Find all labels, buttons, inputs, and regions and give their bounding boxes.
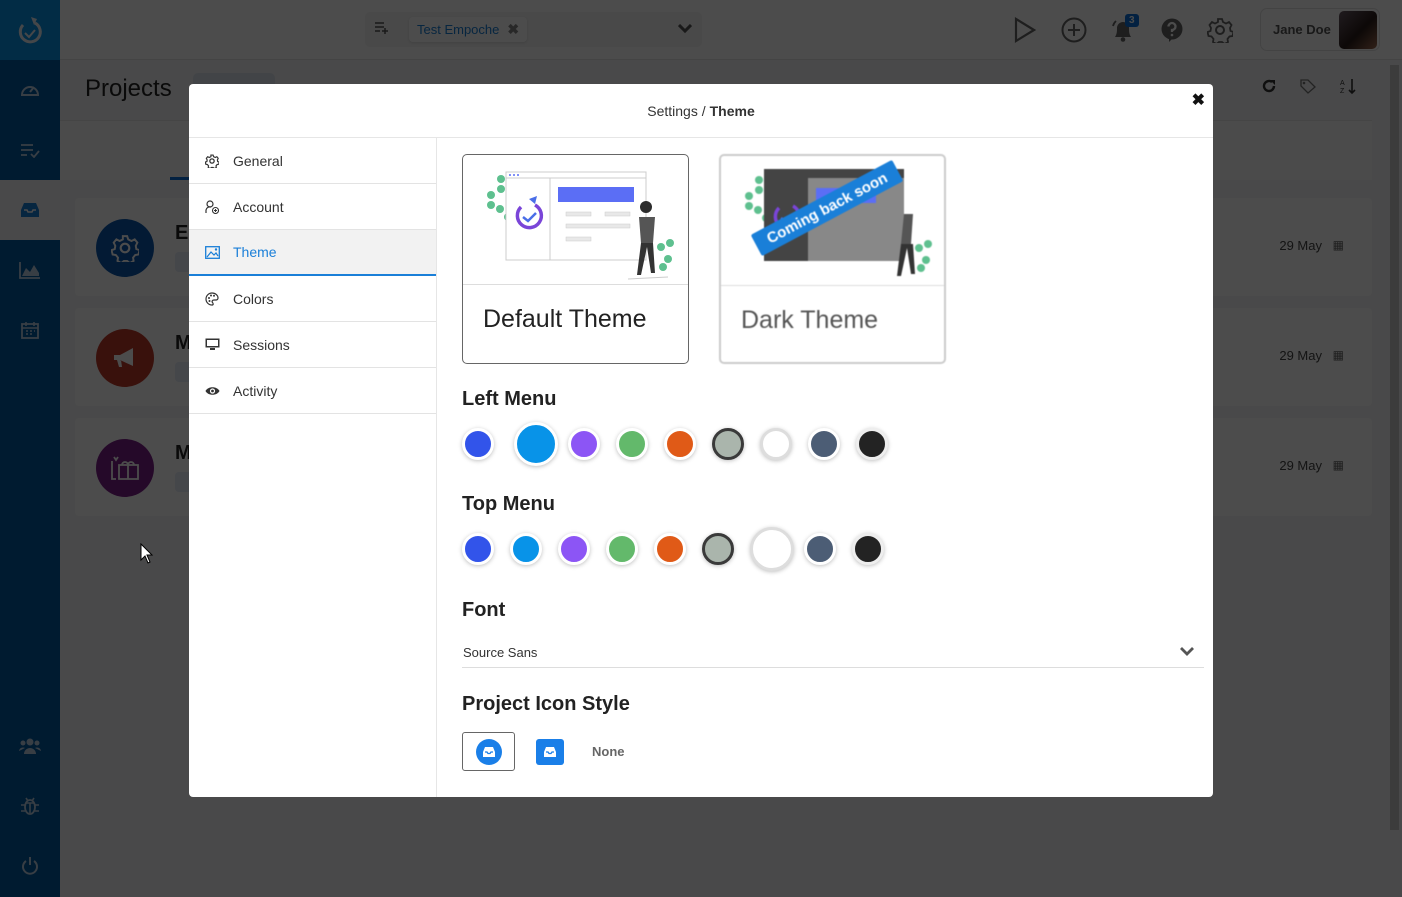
menu-item-general[interactable]: General xyxy=(189,138,436,184)
menu-item-label: Colors xyxy=(233,290,274,307)
left-menu-swatch[interactable] xyxy=(568,428,600,460)
gear-icon xyxy=(205,153,233,168)
chevron-down-icon xyxy=(1180,645,1194,660)
palette-icon xyxy=(205,291,233,306)
theme-card-dark: Coming back soon Dark Theme xyxy=(719,154,946,364)
icon-style-none[interactable]: None xyxy=(592,744,625,759)
menu-item-colors[interactable]: Colors xyxy=(189,276,436,322)
theme-name: Dark Theme xyxy=(741,306,879,334)
breadcrumb-root[interactable]: Settings / xyxy=(647,103,705,119)
close-icon[interactable]: ✖ xyxy=(1192,90,1205,110)
menu-item-label: General xyxy=(233,152,283,169)
menu-item-theme[interactable]: Theme xyxy=(189,230,436,276)
top-menu-swatch[interactable] xyxy=(852,533,884,565)
top-menu-swatches xyxy=(462,527,900,571)
menu-item-sessions[interactable]: Sessions xyxy=(189,322,436,368)
project-icon-style-options: None xyxy=(462,732,625,771)
top-menu-swatch[interactable] xyxy=(510,533,542,565)
settings-modal: Settings / Theme ✖ General Account Theme… xyxy=(189,84,1213,797)
menu-item-label: Sessions xyxy=(233,336,290,353)
left-menu-swatch[interactable] xyxy=(664,428,696,460)
top-menu-swatch[interactable] xyxy=(606,533,638,565)
user-plus-icon xyxy=(205,199,233,214)
left-menu-title: Left Menu xyxy=(462,388,557,410)
icon-style-square[interactable] xyxy=(523,732,576,771)
top-menu-swatch-selected[interactable] xyxy=(750,527,794,571)
left-menu-swatch[interactable] xyxy=(616,428,648,460)
left-menu-swatch[interactable] xyxy=(760,428,792,460)
top-menu-swatch[interactable] xyxy=(654,533,686,565)
eye-icon xyxy=(205,386,233,396)
modal-header: Settings / Theme xyxy=(189,84,1213,138)
inbox-square-icon xyxy=(535,738,564,765)
icon-style-circle[interactable] xyxy=(462,732,515,771)
left-menu-swatch[interactable] xyxy=(712,428,744,460)
left-menu-swatch[interactable] xyxy=(808,428,840,460)
breadcrumb-current: Theme xyxy=(709,102,755,119)
default-theme-illustration xyxy=(463,155,688,285)
top-menu-swatch[interactable] xyxy=(702,533,734,565)
left-menu-swatch[interactable] xyxy=(462,428,494,460)
top-menu-title: Top Menu xyxy=(462,493,555,515)
settings-menu: General Account Theme Colors Sessions Ac… xyxy=(189,138,437,797)
left-menu-swatch-selected[interactable] xyxy=(514,422,558,466)
theme-card-default[interactable]: Default Theme xyxy=(462,154,689,364)
menu-item-label: Account xyxy=(233,198,284,215)
inbox-circle-icon xyxy=(475,738,502,765)
menu-item-label: Theme xyxy=(233,244,277,260)
monitor-icon xyxy=(205,338,233,351)
top-menu-swatch[interactable] xyxy=(558,533,590,565)
mouse-cursor-icon xyxy=(140,543,154,564)
top-menu-swatch[interactable] xyxy=(804,533,836,565)
font-select[interactable]: Source Sans xyxy=(462,638,1204,668)
font-title: Font xyxy=(462,599,506,621)
image-icon xyxy=(205,245,233,259)
project-icon-style-title: Project Icon Style xyxy=(462,693,630,715)
theme-name: Default Theme xyxy=(483,305,647,333)
top-menu-swatch[interactable] xyxy=(462,533,494,565)
dark-theme-illustration: Coming back soon xyxy=(721,156,944,286)
menu-item-account[interactable]: Account xyxy=(189,184,436,230)
app: Test Empoche ✖ 3 Jane Doe Pr xyxy=(0,0,1402,897)
menu-item-label: Activity xyxy=(233,382,278,399)
left-menu-swatches xyxy=(462,422,904,466)
font-select-value: Source Sans xyxy=(463,645,538,660)
left-menu-swatch[interactable] xyxy=(856,428,888,460)
menu-item-activity[interactable]: Activity xyxy=(189,368,436,414)
